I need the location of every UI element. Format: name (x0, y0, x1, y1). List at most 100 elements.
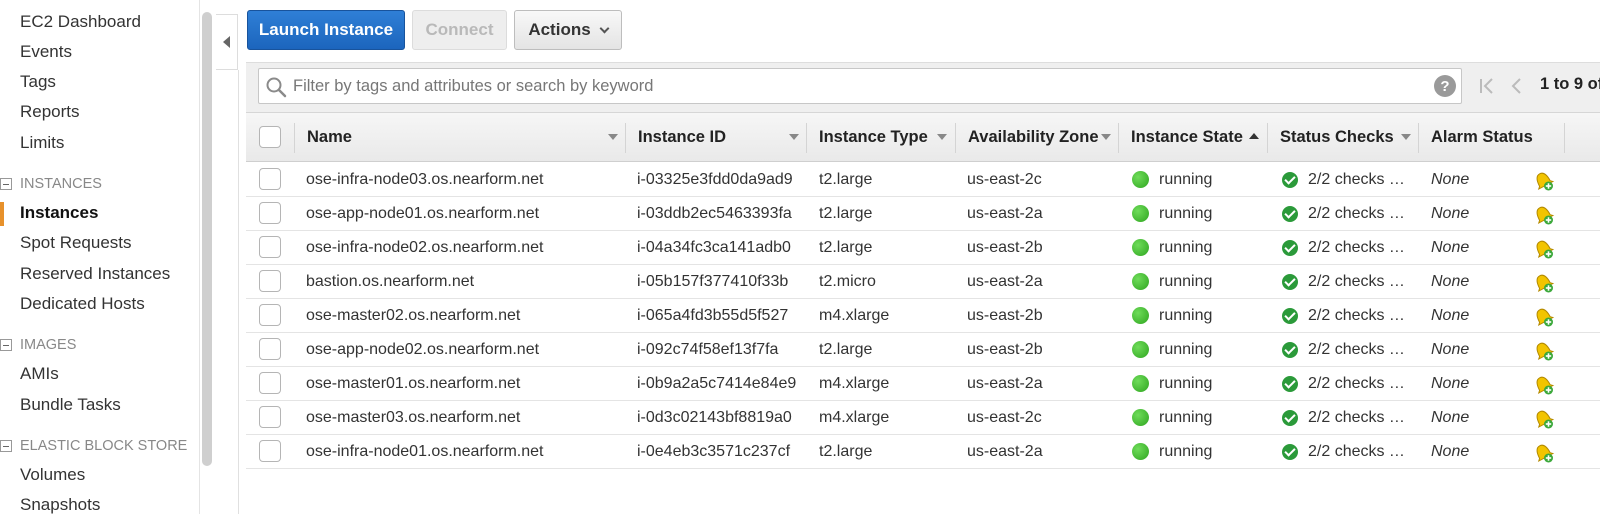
help-icon[interactable]: ? (1434, 75, 1456, 97)
alarm-bell-add-icon[interactable] (1531, 406, 1555, 430)
status-checks[interactable]: 2/2 checks … (1282, 435, 1405, 468)
alarm-bell-add-icon[interactable] (1531, 270, 1555, 294)
row-checkbox[interactable] (259, 270, 281, 292)
sidebar-item-spot-requests[interactable]: Spot Requests (20, 233, 132, 253)
sidebar-item-limits[interactable]: Limits (20, 133, 64, 153)
instance-id: i-0d3c02143bf8819a0 (637, 408, 792, 426)
availability-zone: us-east-2b (967, 340, 1043, 358)
instance-name: ose-app-node02.os.nearform.net (306, 340, 540, 358)
sidebar-item-events[interactable]: Events (20, 42, 72, 62)
table-row[interactable]: ose-infra-node02.os.nearform.net i-04a34f… (246, 231, 1600, 265)
previous-page-icon[interactable] (1508, 76, 1524, 96)
instance-type: m4.xlarge (819, 408, 890, 426)
sidebar-item-ec2-dashboard[interactable]: EC2 Dashboard (20, 12, 141, 32)
row-checkbox[interactable] (259, 372, 281, 394)
table-row[interactable]: ose-app-node02.os.nearform.net i-092c74f5… (246, 333, 1600, 367)
row-checkbox[interactable] (259, 236, 281, 258)
actions-dropdown-button[interactable]: Actions (514, 10, 622, 50)
sidebar-item-amis[interactable]: AMIs (20, 364, 59, 384)
table-row[interactable]: ose-master02.os.nearform.net i-065a4fd3b5… (246, 299, 1600, 333)
collapse-toggle-icon[interactable] (0, 440, 12, 452)
sidebar-item-volumes[interactable]: Volumes (20, 465, 85, 485)
instance-name: ose-infra-node01.os.nearform.net (306, 442, 544, 460)
sidebar-section-elastic-block-store[interactable]: ELASTIC BLOCK STORE (0, 438, 187, 454)
row-checkbox[interactable] (259, 304, 281, 326)
column-header-instance-state[interactable]: Instance State (1131, 113, 1243, 161)
sort-icon[interactable] (1101, 134, 1111, 140)
column-header-instance-id[interactable]: Instance ID (638, 113, 726, 161)
sidebar-section-title: ELASTIC BLOCK STORE (20, 438, 188, 454)
alarm-bell-add-icon[interactable] (1531, 304, 1555, 328)
alarm-bell-add-icon[interactable] (1531, 372, 1555, 396)
table-row[interactable]: bastion.os.nearform.net i-05b157f377410f3… (246, 265, 1600, 299)
search-input[interactable] (293, 69, 1423, 103)
first-page-icon[interactable] (1478, 76, 1496, 96)
instance-id: i-0b9a2a5c7414e84e9 (637, 374, 797, 392)
sidebar-item-dedicated-hosts[interactable]: Dedicated Hosts (20, 294, 145, 314)
sort-ascending-icon[interactable] (1249, 133, 1259, 139)
collapse-toggle-icon[interactable] (0, 178, 12, 190)
alarm-bell-add-icon[interactable] (1531, 440, 1555, 464)
sort-icon[interactable] (937, 134, 947, 140)
select-all-checkbox[interactable] (259, 126, 281, 148)
column-header-name[interactable]: Name (307, 113, 352, 161)
status-checks[interactable]: 2/2 checks … (1282, 265, 1405, 298)
status-checks[interactable]: 2/2 checks … (1282, 401, 1405, 434)
status-checks[interactable]: 2/2 checks … (1282, 231, 1405, 264)
sidebar-item-reports[interactable]: Reports (20, 102, 80, 122)
collapse-toggle-icon[interactable] (0, 339, 12, 351)
status-checks[interactable]: 2/2 checks … (1282, 333, 1405, 366)
row-checkbox[interactable] (259, 338, 281, 360)
launch-instance-button[interactable]: Launch Instance (247, 10, 405, 50)
running-dot-icon (1132, 443, 1149, 460)
column-header-availability-zone[interactable]: Availability Zone (968, 113, 1099, 161)
row-checkbox[interactable] (259, 440, 281, 462)
instance-type: t2.large (819, 442, 873, 460)
sidebar-scrollbar[interactable] (202, 12, 212, 466)
sidebar-item-bundle-tasks[interactable]: Bundle Tasks (20, 395, 121, 415)
table-row[interactable]: ose-master01.os.nearform.net i-0b9a2a5c74… (246, 367, 1600, 401)
instance-type: t2.large (819, 204, 873, 222)
status-checks-label: 2/2 checks … (1308, 374, 1405, 392)
status-checks[interactable]: 2/2 checks … (1282, 367, 1405, 400)
check-circle-icon (1282, 375, 1298, 392)
chevron-down-icon (599, 23, 610, 33)
sidebar-item-instances[interactable]: Instances (20, 203, 98, 223)
status-checks[interactable]: 2/2 checks … (1282, 163, 1405, 196)
instance-state: running (1132, 197, 1212, 230)
sort-icon[interactable] (1401, 134, 1411, 140)
instance-state-label: running (1159, 408, 1213, 426)
status-checks[interactable]: 2/2 checks … (1282, 299, 1405, 332)
sort-icon[interactable] (608, 134, 618, 140)
column-header-alarm-status[interactable]: Alarm Status (1431, 113, 1533, 161)
sort-icon[interactable] (789, 134, 799, 140)
column-header-instance-type[interactable]: Instance Type (819, 113, 928, 161)
actions-label: Actions (528, 20, 591, 39)
column-header-status-checks[interactable]: Status Checks (1280, 113, 1394, 161)
sidebar-section-images[interactable]: IMAGES (0, 337, 76, 353)
instance-state: running (1132, 265, 1212, 298)
row-checkbox[interactable] (259, 202, 281, 224)
availability-zone: us-east-2b (967, 306, 1043, 324)
alarm-bell-add-icon[interactable] (1531, 236, 1555, 260)
sidebar-collapse-button[interactable] (216, 14, 238, 70)
alarm-bell-add-icon[interactable] (1531, 338, 1555, 362)
row-checkbox[interactable] (259, 406, 281, 428)
sidebar-item-tags[interactable]: Tags (20, 72, 56, 92)
availability-zone: us-east-2c (967, 408, 1042, 426)
table-row[interactable]: ose-master03.os.nearform.net i-0d3c02143b… (246, 401, 1600, 435)
sidebar-item-reserved-instances[interactable]: Reserved Instances (20, 264, 170, 284)
row-checkbox[interactable] (259, 168, 281, 190)
alarm-bell-add-icon[interactable] (1531, 168, 1555, 192)
table-row[interactable]: ose-infra-node01.os.nearform.net i-0e4eb3… (246, 435, 1600, 469)
status-checks[interactable]: 2/2 checks … (1282, 197, 1405, 230)
sidebar-item-snapshots[interactable]: Snapshots (20, 495, 100, 514)
alarm-bell-add-icon[interactable] (1531, 202, 1555, 226)
table-row[interactable]: ose-infra-node03.os.nearform.net i-03325e… (246, 163, 1600, 197)
sidebar-section-instances[interactable]: INSTANCES (0, 176, 102, 192)
instance-type: m4.xlarge (819, 306, 890, 324)
search-box[interactable] (258, 68, 1462, 104)
instance-state: running (1132, 401, 1212, 434)
alarm-status: None (1431, 408, 1470, 426)
table-row[interactable]: ose-app-node01.os.nearform.net i-03ddb2ec… (246, 197, 1600, 231)
